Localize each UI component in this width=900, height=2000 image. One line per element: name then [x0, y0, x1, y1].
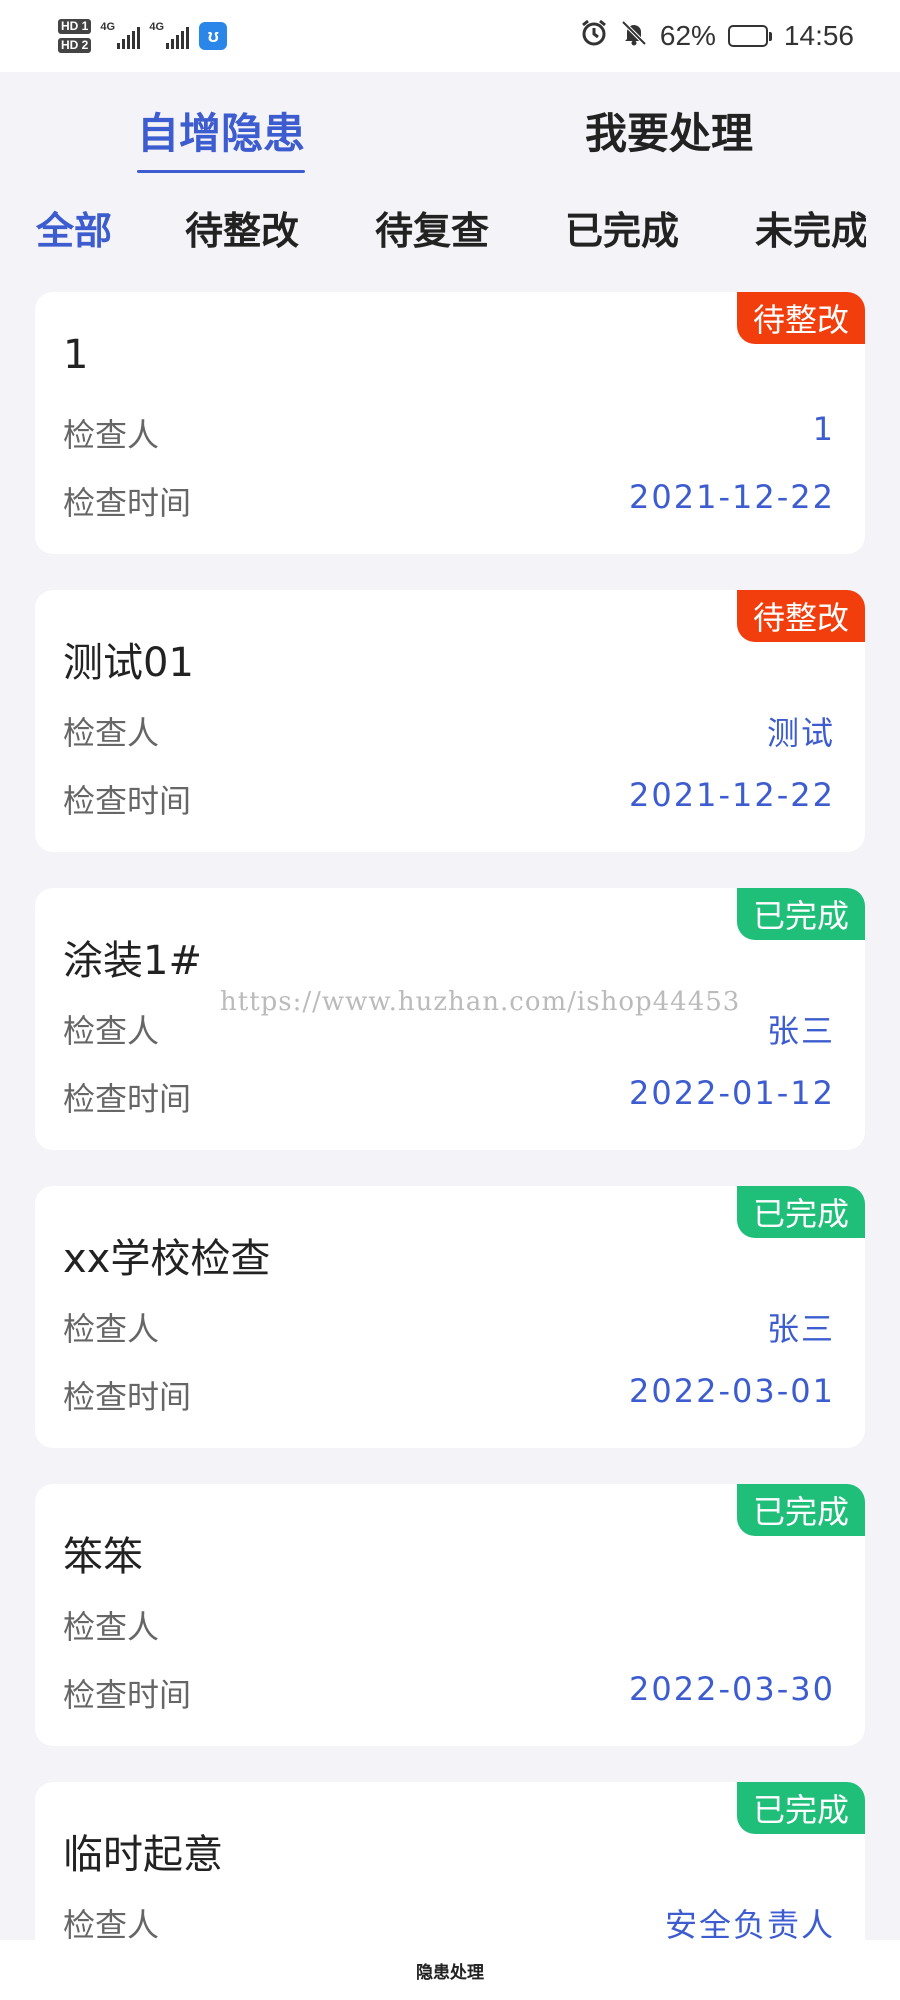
- filter-tab-completed[interactable]: 已完成: [565, 200, 679, 255]
- active-tab-underline: [137, 170, 306, 173]
- filter-tab-label: 待整改: [185, 209, 300, 253]
- mute-bell-icon: [620, 19, 648, 54]
- status-right: 62% 14:56: [580, 19, 854, 54]
- filter-tab-pending-review[interactable]: 待复查: [375, 200, 489, 255]
- inspector-value: 张三: [766, 1310, 835, 1348]
- hazard-card[interactable]: 已完成 笨笨 检查人 检查时间 2022-03-30: [35, 1484, 865, 1746]
- inspector-label: 检查人: [63, 416, 160, 454]
- inspector-row: 检查人 1: [63, 410, 835, 456]
- hd-indicators: HD 1 HD 2: [58, 19, 92, 53]
- signal-1-label: 4G: [100, 21, 116, 33]
- time-value: 2021-12-22: [629, 478, 835, 516]
- time-label: 检查时间: [63, 1676, 192, 1714]
- battery-icon: [727, 25, 772, 47]
- tab-to-handle[interactable]: 我要处理: [585, 100, 753, 161]
- time-row: 检查时间 2021-12-22: [63, 776, 835, 822]
- bottom-bar-title: 隐患处理: [416, 1962, 484, 1983]
- inspector-value: 张三: [766, 1012, 835, 1050]
- clock: 14:56: [783, 20, 854, 51]
- signal-2-icon: 4G: [149, 21, 190, 49]
- filter-tab-incomplete[interactable]: 未完成: [755, 200, 866, 255]
- inspector-label: 检查人: [63, 1608, 160, 1646]
- time-label: 检查时间: [63, 1378, 192, 1416]
- inspector-label: 检查人: [63, 714, 160, 752]
- tab-self-added-hazards[interactable]: 自增隐患: [137, 100, 306, 173]
- inspector-label: 检查人: [63, 1310, 160, 1348]
- status-badge: 已完成: [736, 1484, 865, 1536]
- hd-1-indicator: HD 1: [58, 19, 92, 34]
- hd-2-indicator: HD 2: [58, 38, 92, 53]
- filter-tab-label: 已完成: [565, 209, 680, 253]
- card-title: xx学校检查: [63, 1236, 271, 1282]
- time-label: 检查时间: [63, 1080, 192, 1118]
- time-row: 检查时间 2022-03-30: [63, 1670, 835, 1716]
- time-row: 检查时间 2022-03-01: [63, 1372, 835, 1418]
- inspector-row: 检查人 张三: [63, 1304, 835, 1350]
- card-title: 测试01: [63, 640, 194, 686]
- battery-percent: 62%: [659, 20, 716, 51]
- time-value: 2022-03-30: [629, 1670, 835, 1708]
- status-badge: 已完成: [736, 888, 865, 940]
- tab-label: 我要处理: [585, 109, 754, 158]
- hazard-card[interactable]: 待整改 1 检查人 1 检查时间 2021-12-22: [35, 292, 865, 554]
- inspector-row: 检查人 测试: [63, 708, 835, 754]
- filter-tab-label: 未完成: [755, 209, 866, 253]
- filter-tab-pending-rectify[interactable]: 待整改: [185, 200, 299, 255]
- alarm-icon: [580, 19, 608, 54]
- time-value: 2022-01-12: [629, 1074, 835, 1112]
- status-badge: 待整改: [736, 590, 865, 642]
- bottom-bar: 隐患处理: [0, 1940, 900, 2000]
- status-left: HD 1 HD 2 4G 4G ʊ: [58, 19, 228, 53]
- status-badge: 待整改: [736, 292, 865, 344]
- hazard-card[interactable]: 已完成 涂装1# 检查人 张三 检查时间 2022-01-12: [35, 888, 865, 1150]
- time-row: 检查时间 2021-12-22: [63, 478, 835, 524]
- inspector-label: 检查人: [63, 1012, 160, 1050]
- time-value: 2021-12-22: [629, 776, 835, 814]
- inspector-value: 1: [812, 410, 835, 448]
- signal-1-icon: 4G: [100, 21, 141, 49]
- inspector-row: 检查人 张三: [63, 1006, 835, 1052]
- time-value: 2022-03-01: [629, 1372, 835, 1410]
- inspector-row: 检查人: [63, 1602, 835, 1648]
- filter-tab-label: 待复查: [375, 209, 490, 253]
- time-label: 检查时间: [63, 484, 192, 522]
- signal-2-label: 4G: [149, 21, 165, 33]
- status-bar: HD 1 HD 2 4G 4G ʊ 62% 14:56: [0, 0, 900, 72]
- time-label: 检查时间: [63, 782, 192, 820]
- hazard-list: 待整改 1 检查人 1 检查时间 2021-12-22 待整改 测试01 检查人…: [35, 292, 865, 2000]
- main-tabs: 自增隐患 我要处理: [0, 100, 900, 180]
- hazard-card[interactable]: 待整改 测试01 检查人 测试 检查时间 2021-12-22: [35, 590, 865, 852]
- time-row: 检查时间 2022-01-12: [63, 1074, 835, 1120]
- status-badge: 已完成: [736, 1782, 865, 1834]
- inspector-value: 测试: [766, 714, 835, 752]
- app-notification-icon: ʊ: [199, 22, 228, 50]
- tab-label: 自增隐患: [137, 109, 306, 158]
- card-title: 临时起意: [63, 1832, 223, 1878]
- filter-tab-label: 全部: [36, 209, 113, 253]
- filter-tabs: 全部 待整改 待复查 已完成 未完成: [0, 200, 900, 260]
- card-title: 笨笨: [63, 1534, 143, 1580]
- status-badge: 已完成: [736, 1186, 865, 1238]
- card-title: 1: [63, 332, 89, 378]
- hazard-card[interactable]: 已完成 xx学校检查 检查人 张三 检查时间 2022-03-01: [35, 1186, 865, 1448]
- card-title: 涂装1#: [63, 938, 202, 984]
- filter-tab-all[interactable]: 全部: [36, 200, 112, 255]
